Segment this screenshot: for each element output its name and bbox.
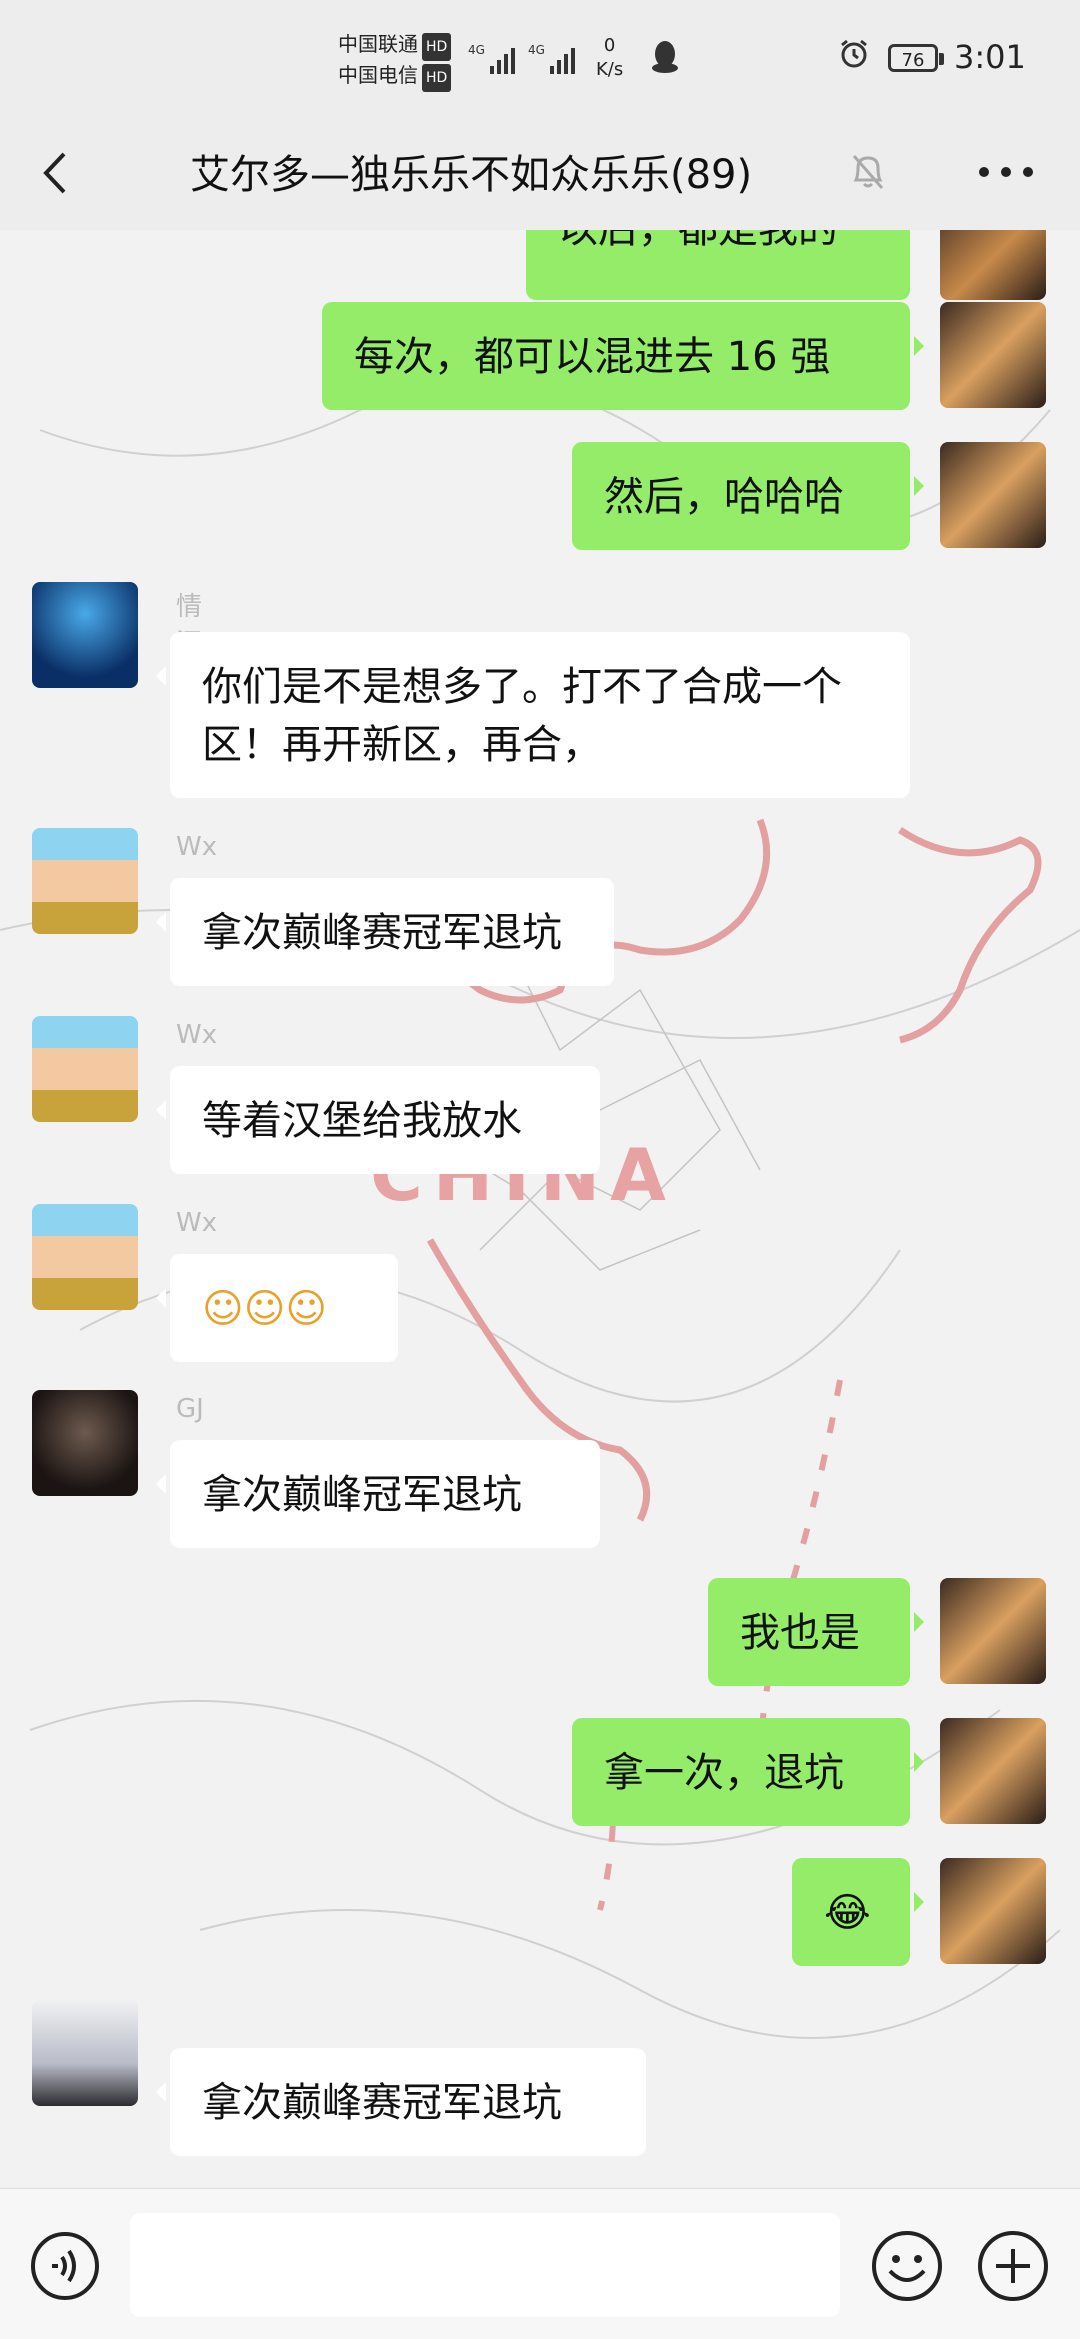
- avatar[interactable]: [940, 1718, 1046, 1824]
- message-text: ☺☺☺: [202, 1286, 328, 1332]
- sender-name: Wx: [176, 1020, 218, 1050]
- qq-icon: [650, 40, 680, 82]
- back-icon[interactable]: [34, 148, 84, 198]
- sender-name: GJ: [176, 1394, 204, 1424]
- message-text: 以后，都是我的: [558, 230, 838, 252]
- emoji-icon[interactable]: [870, 2229, 944, 2303]
- message-text: 你们是不是想多了。打不了合成一个区！再开新区，再合，: [202, 664, 842, 768]
- status-bar: 中国联通 HD 中国电信 HD 4G 4G 0 K/s 76 3:01: [0, 0, 1080, 120]
- avatar[interactable]: [940, 1858, 1046, 1964]
- more-icon[interactable]: [976, 162, 1036, 182]
- message-bubble[interactable]: 拿次巅峰赛冠军退坑: [156, 878, 614, 986]
- avatar[interactable]: [32, 1390, 138, 1496]
- message-text: 拿次巅峰赛冠军退坑: [202, 2080, 562, 2126]
- svg-text:4G: 4G: [468, 43, 485, 57]
- voice-icon[interactable]: [30, 2231, 100, 2301]
- mute-bell-icon: [852, 155, 884, 189]
- carrier-info: 中国联通 HD 中国电信 HD: [338, 30, 452, 92]
- hd-badge: HD: [422, 64, 452, 92]
- signal-icon: 4G: [468, 40, 524, 85]
- carrier-1: 中国联通: [338, 32, 418, 56]
- message-bubble[interactable]: 等着汉堡给我放水: [156, 1066, 600, 1174]
- message-bubble[interactable]: 拿一次，退坑: [572, 1718, 924, 1826]
- message-text: 😂: [824, 1890, 871, 1936]
- hd-badge: HD: [422, 33, 452, 61]
- message-bubble[interactable]: 😂: [792, 1858, 924, 1966]
- avatar[interactable]: [32, 2000, 138, 2106]
- message-text: 然后，哈哈哈: [604, 474, 844, 520]
- input-bar: [0, 2188, 1080, 2339]
- message-bubble[interactable]: 我也是: [708, 1578, 924, 1686]
- chat-title: 艾尔多—独乐乐不如众乐乐(89): [190, 152, 753, 198]
- message-text: 拿次巅峰赛冠军退坑: [202, 910, 562, 956]
- svg-text:4G: 4G: [528, 43, 545, 57]
- sender-name: Wx: [176, 1208, 218, 1238]
- avatar[interactable]: [940, 1578, 1046, 1684]
- chat-header: 艾尔多—独乐乐不如众乐乐(89): [0, 120, 1080, 230]
- message-bubble[interactable]: 以后，都是我的: [526, 230, 910, 300]
- net-speed-unit: K/s: [596, 59, 624, 80]
- avatar[interactable]: [32, 828, 138, 934]
- message-text: 拿一次，退坑: [604, 1750, 844, 1796]
- message-bubble[interactable]: 每次，都可以混进去 16 强: [322, 302, 924, 410]
- net-speed-value: 0: [603, 35, 616, 56]
- message-bubble[interactable]: 拿次巅峰冠军退坑: [156, 1440, 600, 1548]
- avatar[interactable]: [32, 1204, 138, 1310]
- battery-indicator: 76: [888, 44, 944, 72]
- avatar[interactable]: [940, 302, 1046, 408]
- message-text: 拿次巅峰冠军退坑: [202, 1472, 522, 1518]
- avatar[interactable]: [32, 582, 138, 688]
- message-bubble[interactable]: 你们是不是想多了。打不了合成一个区！再开新区，再合，: [156, 632, 910, 798]
- carrier-2: 中国电信: [338, 63, 418, 87]
- chat-area[interactable]: CHINA 以后，都是我的 每次，都可以混进去 16 强 然后，哈哈哈 情深，必…: [0, 230, 1080, 2188]
- plus-icon[interactable]: [976, 2229, 1050, 2303]
- message-text: 我也是: [740, 1610, 860, 1656]
- avatar[interactable]: [940, 442, 1046, 548]
- message-bubble[interactable]: 拿次巅峰赛冠军退坑: [156, 2048, 646, 2156]
- avatar[interactable]: [32, 1016, 138, 1122]
- message-text: 每次，都可以混进去 16 强: [354, 334, 831, 380]
- avatar[interactable]: [940, 230, 1046, 300]
- net-speed: 0 K/s: [596, 34, 623, 82]
- clock: 3:01: [954, 38, 1026, 76]
- signal-icon: 4G: [528, 40, 584, 85]
- message-input[interactable]: [130, 2213, 840, 2317]
- sender-name: Wx: [176, 832, 218, 862]
- message-text: 等着汉堡给我放水: [202, 1098, 522, 1144]
- alarm-icon: [841, 39, 867, 68]
- message-bubble[interactable]: ☺☺☺: [156, 1254, 398, 1362]
- message-bubble[interactable]: 然后，哈哈哈: [572, 442, 924, 550]
